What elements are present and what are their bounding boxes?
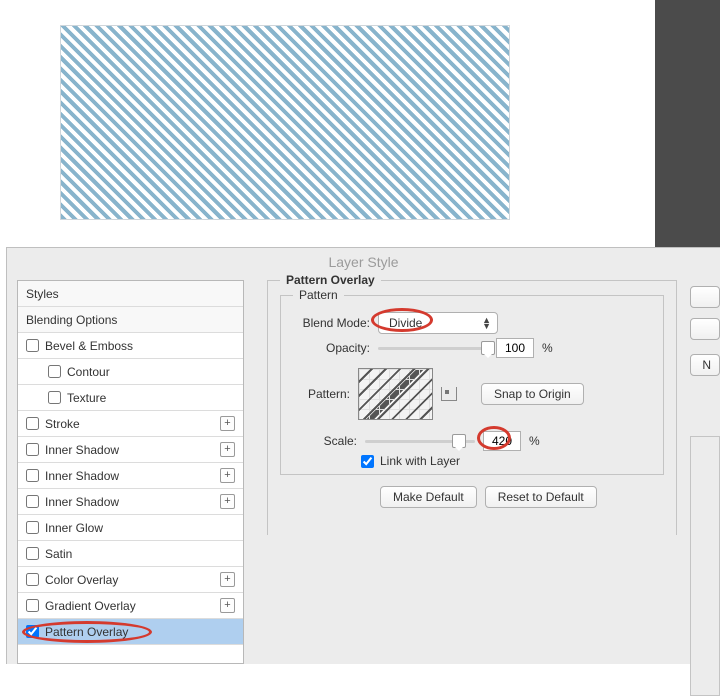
effects-list-item[interactable]: Inner Shadow + (18, 437, 243, 463)
slider-thumb[interactable] (452, 434, 466, 448)
pattern-preview (60, 25, 510, 220)
dialog-button[interactable] (690, 318, 720, 340)
effects-list-item[interactable]: Styles (18, 281, 243, 307)
snap-to-origin-button[interactable]: Snap to Origin (481, 383, 584, 405)
checkbox[interactable] (26, 443, 39, 456)
effects-list-item-label: Bevel & Emboss (45, 339, 133, 353)
opacity-label: Opacity: (285, 341, 370, 355)
effects-list-item[interactable]: Stroke + (18, 411, 243, 437)
checkbox[interactable] (26, 625, 39, 638)
dialog-right-buttons: N (690, 286, 720, 696)
fieldset-title: Pattern (293, 288, 344, 302)
effects-list-item-label: Inner Shadow (45, 469, 119, 483)
checkbox[interactable] (26, 417, 39, 430)
effects-list-item[interactable]: Inner Shadow + (18, 463, 243, 489)
add-effect-icon[interactable]: + (220, 442, 235, 457)
effects-list-item[interactable]: Gradient Overlay + (18, 593, 243, 619)
effects-list-item-label: Stroke (45, 417, 80, 431)
scale-slider[interactable] (365, 434, 475, 448)
panel-title: Pattern Overlay (280, 273, 381, 287)
add-effect-icon[interactable]: + (220, 572, 235, 587)
scale-input[interactable] (483, 431, 521, 451)
checkbox[interactable] (26, 599, 39, 612)
checkbox[interactable] (26, 573, 39, 586)
checkbox[interactable] (26, 469, 39, 482)
effects-list-item[interactable]: Bevel & Emboss (18, 333, 243, 359)
effects-list[interactable]: Styles Blending Options Bevel & Emboss Cont… (17, 280, 244, 664)
effects-list-item[interactable]: Pattern Overlay (18, 619, 243, 645)
effects-list-item-label: Contour (67, 365, 110, 379)
pattern-fieldset: Pattern Blend Mode: Divide ▲▼ Opacity: % (280, 295, 664, 475)
checkbox[interactable] (26, 547, 39, 560)
pattern-overlay-panel: Pattern Overlay Pattern Blend Mode: Divi… (267, 280, 677, 535)
effects-list-item[interactable]: Contour (18, 359, 243, 385)
pattern-label: Pattern: (285, 387, 350, 401)
dialog-button[interactable]: N (690, 354, 720, 376)
layer-style-dialog: Layer Style StylesBlending OptionsBevel … (6, 247, 720, 664)
checkbox[interactable] (26, 339, 39, 352)
add-effect-icon[interactable]: + (220, 468, 235, 483)
blend-mode-select[interactable]: Divide ▲▼ (378, 312, 498, 334)
effects-list-item-label: Satin (45, 547, 72, 561)
effects-list-item-label: Blending Options (26, 313, 117, 327)
checkbox[interactable] (48, 365, 61, 378)
effects-list-item[interactable]: Texture (18, 385, 243, 411)
new-preset-icon[interactable] (441, 387, 457, 401)
link-with-layer-checkbox[interactable]: Link with Layer (361, 454, 460, 468)
effects-list-item-label: Inner Shadow (45, 443, 119, 457)
effects-list-item-label: Color Overlay (45, 573, 118, 587)
blend-mode-label: Blend Mode: (285, 316, 370, 330)
checkbox[interactable] (361, 455, 374, 468)
scale-label: Scale: (285, 434, 357, 448)
effects-list-item-label: Inner Shadow (45, 495, 119, 509)
checkbox[interactable] (48, 391, 61, 404)
checkbox[interactable] (26, 495, 39, 508)
make-default-button[interactable]: Make Default (380, 486, 477, 508)
percent-label: % (529, 434, 540, 448)
checkbox[interactable] (26, 521, 39, 534)
add-effect-icon[interactable]: + (220, 598, 235, 613)
add-effect-icon[interactable]: + (220, 494, 235, 509)
effects-list-item[interactable]: Inner Shadow + (18, 489, 243, 515)
dialog-button[interactable] (690, 286, 720, 308)
pattern-swatch[interactable] (358, 368, 433, 420)
link-with-layer-label: Link with Layer (380, 454, 460, 468)
effects-list-item-label: Pattern Overlay (45, 625, 128, 639)
effects-list-item[interactable]: Inner Glow (18, 515, 243, 541)
blend-mode-value: Divide (389, 316, 422, 330)
effects-list-item-label: Inner Glow (45, 521, 103, 535)
preview-well (690, 436, 720, 696)
percent-label: % (542, 341, 553, 355)
effects-list-item-label: Styles (26, 287, 59, 301)
effects-list-item[interactable]: Satin (18, 541, 243, 567)
effects-list-item[interactable]: Blending Options (18, 307, 243, 333)
effects-list-item-label: Texture (67, 391, 106, 405)
opacity-input[interactable] (496, 338, 534, 358)
app-chrome-gutter (655, 0, 720, 247)
canvas-preview (0, 0, 655, 247)
slider-thumb[interactable] (481, 341, 495, 355)
chevron-updown-icon: ▲▼ (482, 317, 491, 329)
opacity-slider[interactable] (378, 341, 488, 355)
effects-list-item[interactable]: Color Overlay + (18, 567, 243, 593)
effects-list-item-label: Gradient Overlay (45, 599, 136, 613)
add-effect-icon[interactable]: + (220, 416, 235, 431)
reset-to-default-button[interactable]: Reset to Default (485, 486, 597, 508)
